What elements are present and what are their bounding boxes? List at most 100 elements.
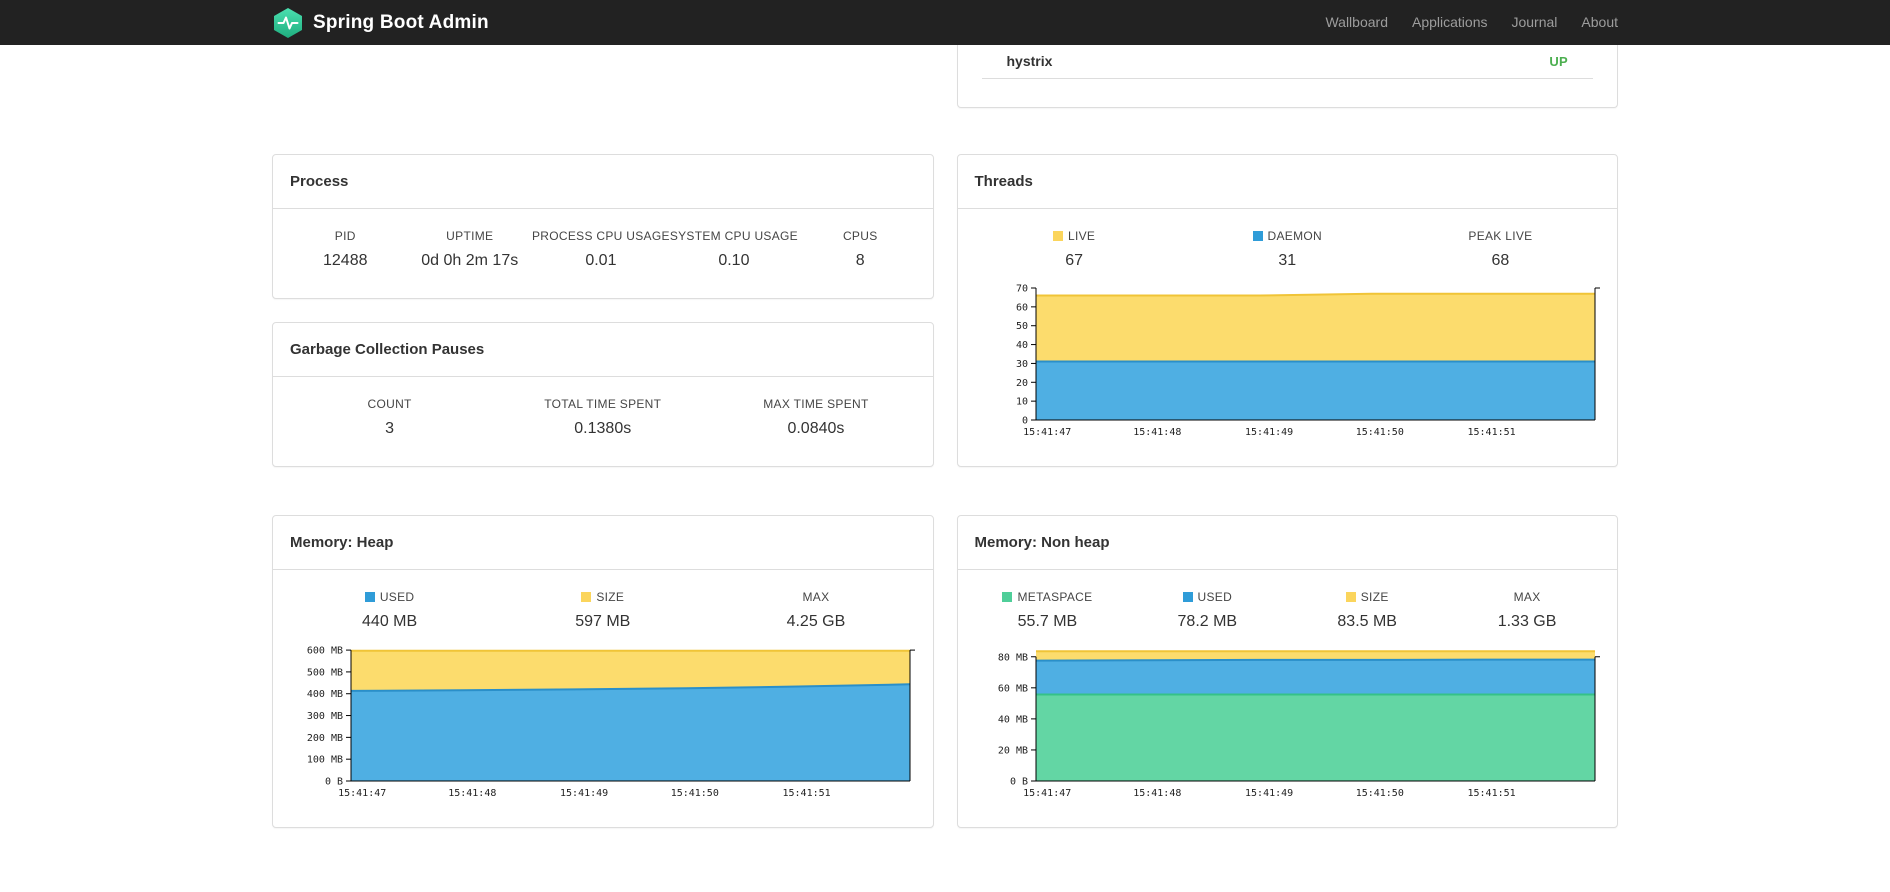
legend-swatch-size (581, 592, 592, 602)
col-applications: hystrix UP (956, 45, 1618, 108)
stat-label: LIVE (968, 229, 1181, 243)
svg-text:60 MB: 60 MB (997, 683, 1027, 694)
col-threads: Threads LIVE 67 DAEMON 31 PEAK LIVE 68 0… (956, 154, 1618, 467)
main-content: hystrix UP Process PID 12488 UPTIME 0d 0… (272, 45, 1618, 828)
stat-label: PEAK LIVE (1468, 229, 1533, 243)
svg-text:20 MB: 20 MB (997, 745, 1027, 756)
svg-text:15:41:48: 15:41:48 (1133, 427, 1181, 438)
stat-nonheap-used: USED 78.2 MB (1127, 590, 1287, 631)
stat-label: SIZE (1287, 590, 1447, 604)
stat-label: PROCESS CPU USAGE (532, 229, 670, 243)
process-panel: Process PID 12488 UPTIME 0d 0h 2m 17s PR… (272, 154, 934, 299)
nonheap-stats: METASPACE 55.7 MB USED 78.2 MB SIZE 83.5… (958, 570, 1618, 631)
stat-value: 8 (855, 252, 865, 269)
svg-text:400 MB: 400 MB (307, 689, 343, 700)
stat-value: 55.7 MB (1017, 613, 1078, 630)
svg-text:15:41:49: 15:41:49 (1245, 788, 1293, 799)
stat-value: 12488 (323, 252, 368, 269)
memory-heap-panel: Memory: Heap USED 440 MB SIZE 597 MB MAX… (272, 515, 934, 828)
svg-text:0 B: 0 B (1009, 777, 1027, 788)
svg-text:40: 40 (1015, 340, 1027, 351)
status-badge: UP (1549, 53, 1568, 69)
svg-text:15:41:47: 15:41:47 (338, 788, 386, 799)
stat-label: SIZE (496, 590, 709, 604)
stat-value: 4.25 GB (786, 613, 846, 630)
svg-text:15:41:51: 15:41:51 (1467, 788, 1515, 799)
stat-cpus: CPUS 8 (798, 229, 923, 270)
stat-label: UPTIME (446, 229, 494, 243)
stat-uptime: UPTIME 0d 0h 2m 17s (408, 229, 533, 270)
svg-text:20: 20 (1015, 378, 1027, 389)
panel-title: Process (273, 155, 933, 209)
panel-title: Threads (957, 155, 1617, 209)
panel-title: Memory: Heap (273, 516, 933, 570)
stat-nonheap-max: MAX 1.33 GB (1447, 590, 1607, 631)
panel-title: Garbage Collection Pauses (273, 323, 933, 377)
threads-stats: LIVE 67 DAEMON 31 PEAK LIVE 68 (958, 209, 1618, 270)
stat-system-cpu: SYSTEM CPU USAGE 0.10 (670, 229, 798, 270)
spring-boot-admin-logo-icon (272, 7, 304, 39)
legend-swatch-used (1182, 592, 1193, 602)
svg-text:40 MB: 40 MB (997, 714, 1027, 725)
stat-value: 0.1380s (574, 420, 632, 437)
gc-stats: COUNT 3 TOTAL TIME SPENT 0.1380s MAX TIM… (273, 377, 933, 438)
nav-item-applications[interactable]: Applications (1400, 0, 1500, 45)
row-top: hystrix UP (272, 45, 1618, 108)
stat-value: 68 (1491, 252, 1510, 269)
stat-heap-size: SIZE 597 MB (496, 590, 709, 631)
heap-stats: USED 440 MB SIZE 597 MB MAX 4.25 GB (273, 570, 933, 631)
stat-label: MAX (1513, 590, 1541, 604)
legend-swatch-metaspace (1002, 592, 1013, 602)
nav-item-wallboard[interactable]: Wallboard (1313, 0, 1400, 45)
stat-value: 0.10 (718, 252, 750, 269)
stat-metaspace: METASPACE 55.7 MB (968, 590, 1128, 631)
svg-text:200 MB: 200 MB (307, 733, 343, 744)
process-stats: PID 12488 UPTIME 0d 0h 2m 17s PROCESS CP… (273, 209, 933, 270)
stat-label: PID (334, 229, 356, 243)
svg-text:15:41:48: 15:41:48 (1133, 788, 1181, 799)
application-row-hystrix[interactable]: hystrix UP (981, 45, 1593, 79)
application-name: hystrix (1006, 53, 1053, 69)
memory-nonheap-chart: 0 B 20 MB 40 MB 60 MB 80 MB 15:41:47 15:41:48 1… (958, 643, 1618, 803)
applications-panel: hystrix UP (956, 45, 1618, 108)
svg-text:70: 70 (1015, 284, 1027, 295)
stat-value: 67 (1065, 252, 1083, 269)
svg-text:100 MB: 100 MB (307, 755, 343, 766)
svg-text:600 MB: 600 MB (307, 646, 343, 657)
nav-links: Wallboard Applications Journal About (1313, 0, 1618, 45)
svg-text:50: 50 (1015, 321, 1027, 332)
col-process-gc: Process PID 12488 UPTIME 0d 0h 2m 17s PR… (272, 154, 934, 467)
empty-space (272, 45, 934, 108)
panel-title: Memory: Non heap (957, 516, 1617, 570)
stat-gc-max-time: MAX TIME SPENT 0.0840s (709, 397, 922, 438)
nav-item-about[interactable]: About (1569, 0, 1618, 45)
svg-text:15:41:50: 15:41:50 (671, 788, 719, 799)
stat-value: 31 (1278, 252, 1297, 269)
stat-value: 3 (385, 420, 395, 437)
svg-text:0: 0 (1021, 416, 1027, 427)
legend-swatch-live (1052, 231, 1063, 241)
stat-value: 0.01 (585, 252, 617, 269)
brand-link[interactable]: Spring Boot Admin (272, 7, 489, 39)
row-middle: Process PID 12488 UPTIME 0d 0h 2m 17s PR… (272, 154, 1618, 467)
stat-live: LIVE 67 (968, 229, 1181, 270)
stat-label: DAEMON (1181, 229, 1394, 243)
threads-chart: 0 10 20 30 40 50 60 70 15:41:47 15:41:48 15:41:49 1… (958, 282, 1618, 442)
svg-text:15:41:50: 15:41:50 (1355, 427, 1403, 438)
brand-title: Spring Boot Admin (313, 11, 489, 33)
svg-text:15:41:50: 15:41:50 (1355, 788, 1403, 799)
svg-text:80 MB: 80 MB (997, 652, 1027, 663)
memory-nonheap-panel: Memory: Non heap METASPACE 55.7 MB USED … (956, 515, 1618, 828)
row-bottom: Memory: Heap USED 440 MB SIZE 597 MB MAX… (272, 515, 1618, 828)
stat-label: MAX TIME SPENT (763, 397, 869, 411)
stat-label: CPUS (842, 229, 878, 243)
svg-text:15:41:51: 15:41:51 (782, 788, 830, 799)
navbar-inner: Spring Boot Admin Wallboard Applications… (272, 0, 1618, 45)
navbar: Spring Boot Admin Wallboard Applications… (0, 0, 1890, 45)
stat-value: 78.2 MB (1177, 613, 1238, 630)
stat-heap-used: USED 440 MB (283, 590, 496, 631)
stat-gc-total-time: TOTAL TIME SPENT 0.1380s (496, 397, 709, 438)
stat-label: SYSTEM CPU USAGE (669, 229, 798, 243)
nav-item-journal[interactable]: Journal (1499, 0, 1569, 45)
col-memory-nonheap: Memory: Non heap METASPACE 55.7 MB USED … (956, 515, 1618, 828)
